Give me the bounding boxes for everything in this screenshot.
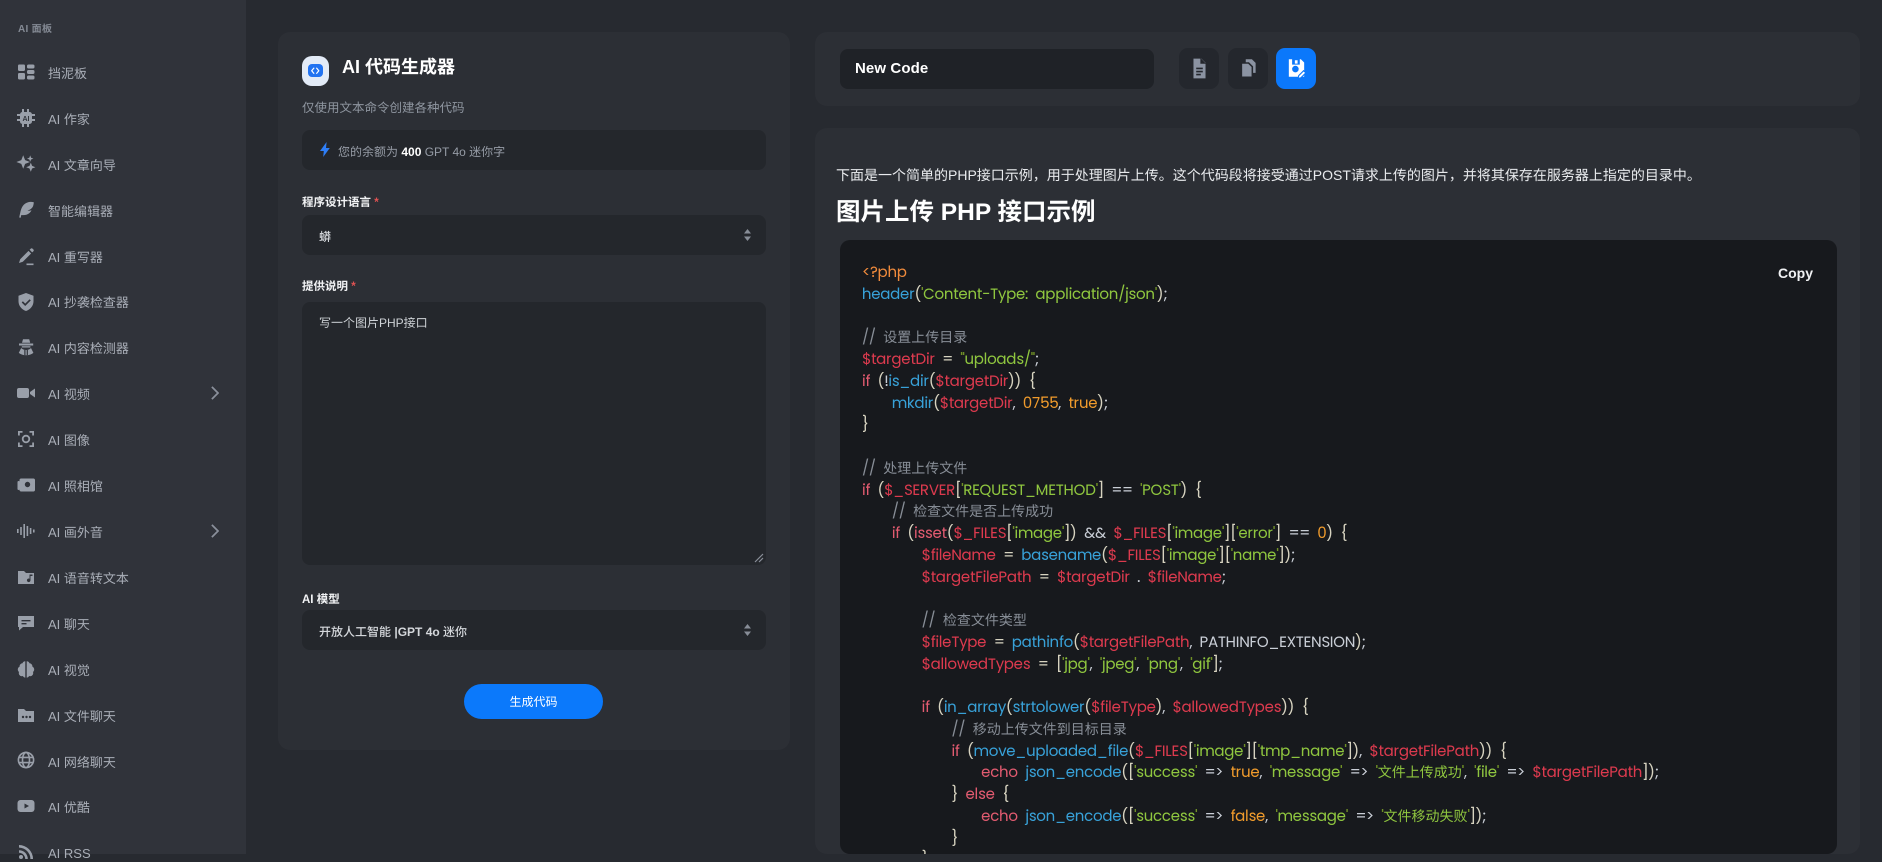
svg-text:AI: AI	[23, 116, 30, 123]
